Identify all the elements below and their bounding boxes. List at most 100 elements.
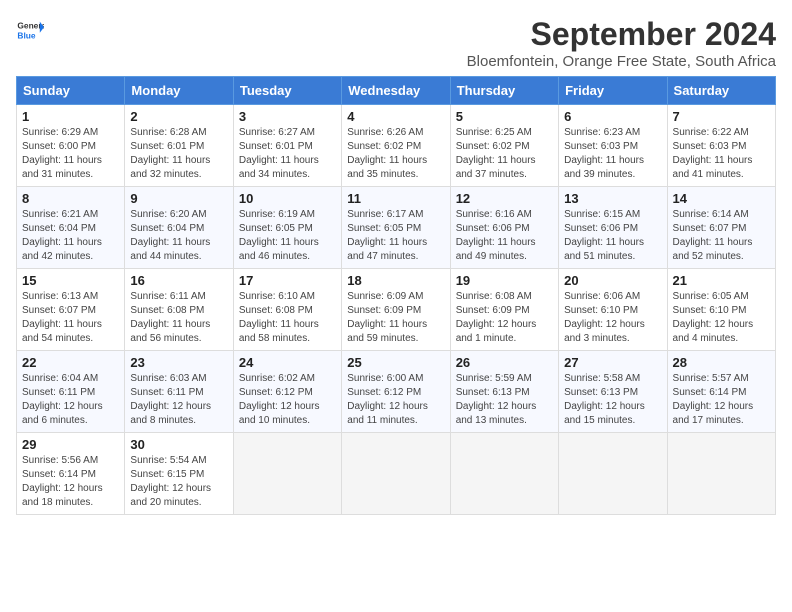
day-number: 10 (239, 191, 336, 206)
calendar-header-row: Sunday Monday Tuesday Wednesday Thursday… (17, 77, 776, 105)
title-block: September 2024 Bloemfontein, Orange Free… (467, 16, 776, 70)
main-title: September 2024 (467, 16, 776, 53)
logo-icon: General Blue (16, 16, 44, 44)
day-number: 13 (564, 191, 661, 206)
header-wednesday: Wednesday (342, 77, 450, 105)
calendar-cell: 24Sunrise: 6:02 AM Sunset: 6:12 PM Dayli… (233, 351, 341, 433)
day-info: Sunrise: 6:08 AM Sunset: 6:09 PM Dayligh… (456, 290, 553, 346)
day-number: 12 (456, 191, 553, 206)
day-number: 26 (456, 355, 553, 370)
day-info: Sunrise: 6:06 AM Sunset: 6:10 PM Dayligh… (564, 290, 661, 346)
day-info: Sunrise: 5:59 AM Sunset: 6:13 PM Dayligh… (456, 372, 553, 428)
calendar-cell (559, 433, 667, 515)
day-info: Sunrise: 6:15 AM Sunset: 6:06 PM Dayligh… (564, 208, 661, 264)
header-tuesday: Tuesday (233, 77, 341, 105)
day-number: 19 (456, 273, 553, 288)
calendar-cell: 5 Sunrise: 6:25 AM Sunset: 6:02 PM Daylig… (450, 105, 558, 187)
page-header: General Blue September 2024 Bloemfontein… (16, 16, 776, 70)
day-info: Sunrise: 6:20 AM Sunset: 6:04 PM Dayligh… (130, 208, 227, 264)
calendar-cell: 9 Sunrise: 6:20 AM Sunset: 6:04 PM Daylig… (125, 187, 233, 269)
day-number: 8 (22, 191, 119, 206)
calendar-cell: 11 Sunrise: 6:17 AM Sunset: 6:05 PM Dayli… (342, 187, 450, 269)
calendar-cell: 12Sunrise: 6:16 AM Sunset: 6:06 PM Dayli… (450, 187, 558, 269)
day-info: Sunrise: 6:14 AM Sunset: 6:07 PM Dayligh… (673, 208, 770, 264)
calendar-cell: 10 Sunrise: 6:19 AM Sunset: 6:05 PM Dayli… (233, 187, 341, 269)
day-info: Sunrise: 6:13 AM Sunset: 6:07 PM Dayligh… (22, 290, 119, 346)
logo: General Blue (16, 16, 44, 44)
day-info: Sunrise: 5:58 AM Sunset: 6:13 PM Dayligh… (564, 372, 661, 428)
day-info: Sunrise: 6:04 AM Sunset: 6:11 PM Dayligh… (22, 372, 119, 428)
day-number: 30 (130, 437, 227, 452)
calendar-cell: 28 Sunrise: 5:57 AM Sunset: 6:14 PM Dayli… (667, 351, 775, 433)
day-info: Sunrise: 6:11 AM Sunset: 6:08 PM Dayligh… (130, 290, 227, 346)
day-number: 27 (564, 355, 661, 370)
day-number: 21 (673, 273, 770, 288)
calendar-cell: 8 Sunrise: 6:21 AM Sunset: 6:04 PM Daylig… (17, 187, 125, 269)
calendar-cell: 22 Sunrise: 6:04 AM Sunset: 6:11 PM Dayli… (17, 351, 125, 433)
day-number: 28 (673, 355, 770, 370)
calendar-cell (450, 433, 558, 515)
day-info: Sunrise: 6:21 AM Sunset: 6:04 PM Dayligh… (22, 208, 119, 264)
day-number: 5 (456, 109, 553, 124)
day-number: 29 (22, 437, 119, 452)
calendar-week-5: 29Sunrise: 5:56 AM Sunset: 6:14 PM Dayli… (17, 433, 776, 515)
day-number: 11 (347, 191, 444, 206)
day-number: 16 (130, 273, 227, 288)
day-info: Sunrise: 6:09 AM Sunset: 6:09 PM Dayligh… (347, 290, 444, 346)
header-sunday: Sunday (17, 77, 125, 105)
day-info: Sunrise: 5:57 AM Sunset: 6:14 PM Dayligh… (673, 372, 770, 428)
day-number: 25 (347, 355, 444, 370)
day-number: 9 (130, 191, 227, 206)
day-info: Sunrise: 6:19 AM Sunset: 6:05 PM Dayligh… (239, 208, 336, 264)
calendar-cell: 16 Sunrise: 6:11 AM Sunset: 6:08 PM Dayli… (125, 269, 233, 351)
header-saturday: Saturday (667, 77, 775, 105)
day-number: 7 (673, 109, 770, 124)
day-number: 23 (130, 355, 227, 370)
calendar-cell: 6 Sunrise: 6:23 AM Sunset: 6:03 PM Daylig… (559, 105, 667, 187)
calendar-week-4: 22 Sunrise: 6:04 AM Sunset: 6:11 PM Dayli… (17, 351, 776, 433)
calendar-cell (667, 433, 775, 515)
header-friday: Friday (559, 77, 667, 105)
calendar-cell: 29Sunrise: 5:56 AM Sunset: 6:14 PM Dayli… (17, 433, 125, 515)
day-info: Sunrise: 6:25 AM Sunset: 6:02 PM Dayligh… (456, 126, 553, 182)
day-info: Sunrise: 6:03 AM Sunset: 6:11 PM Dayligh… (130, 372, 227, 428)
subtitle: Bloemfontein, Orange Free State, South A… (467, 53, 776, 70)
calendar-cell: 14Sunrise: 6:14 AM Sunset: 6:07 PM Dayli… (667, 187, 775, 269)
day-info: Sunrise: 6:28 AM Sunset: 6:01 PM Dayligh… (130, 126, 227, 182)
day-number: 6 (564, 109, 661, 124)
calendar-cell: 20 Sunrise: 6:06 AM Sunset: 6:10 PM Dayli… (559, 269, 667, 351)
svg-text:Blue: Blue (17, 30, 35, 40)
calendar-cell: 23 Sunrise: 6:03 AM Sunset: 6:11 PM Dayli… (125, 351, 233, 433)
day-number: 17 (239, 273, 336, 288)
calendar-cell (342, 433, 450, 515)
calendar-table: Sunday Monday Tuesday Wednesday Thursday… (16, 76, 776, 515)
calendar-cell: 15 Sunrise: 6:13 AM Sunset: 6:07 PM Dayli… (17, 269, 125, 351)
calendar-cell: 1Sunrise: 6:29 AM Sunset: 6:00 PM Daylig… (17, 105, 125, 187)
calendar-cell: 3 Sunrise: 6:27 AM Sunset: 6:01 PM Daylig… (233, 105, 341, 187)
header-thursday: Thursday (450, 77, 558, 105)
calendar-cell: 27 Sunrise: 5:58 AM Sunset: 6:13 PM Dayli… (559, 351, 667, 433)
day-number: 3 (239, 109, 336, 124)
calendar-cell: 4 Sunrise: 6:26 AM Sunset: 6:02 PM Daylig… (342, 105, 450, 187)
day-number: 4 (347, 109, 444, 124)
calendar-cell: 30 Sunrise: 5:54 AM Sunset: 6:15 PM Dayli… (125, 433, 233, 515)
day-number: 15 (22, 273, 119, 288)
day-info: Sunrise: 6:27 AM Sunset: 6:01 PM Dayligh… (239, 126, 336, 182)
day-number: 22 (22, 355, 119, 370)
calendar-cell: 19 Sunrise: 6:08 AM Sunset: 6:09 PM Dayli… (450, 269, 558, 351)
day-info: Sunrise: 6:23 AM Sunset: 6:03 PM Dayligh… (564, 126, 661, 182)
day-info: Sunrise: 6:29 AM Sunset: 6:00 PM Dayligh… (22, 126, 119, 182)
calendar-cell: 25 Sunrise: 6:00 AM Sunset: 6:12 PM Dayli… (342, 351, 450, 433)
day-info: Sunrise: 5:54 AM Sunset: 6:15 PM Dayligh… (130, 454, 227, 510)
calendar-cell: 13 Sunrise: 6:15 AM Sunset: 6:06 PM Dayli… (559, 187, 667, 269)
day-info: Sunrise: 6:00 AM Sunset: 6:12 PM Dayligh… (347, 372, 444, 428)
day-number: 24 (239, 355, 336, 370)
day-info: Sunrise: 6:26 AM Sunset: 6:02 PM Dayligh… (347, 126, 444, 182)
calendar-week-2: 8 Sunrise: 6:21 AM Sunset: 6:04 PM Daylig… (17, 187, 776, 269)
day-info: Sunrise: 6:05 AM Sunset: 6:10 PM Dayligh… (673, 290, 770, 346)
day-number: 20 (564, 273, 661, 288)
day-info: Sunrise: 6:17 AM Sunset: 6:05 PM Dayligh… (347, 208, 444, 264)
calendar-cell: 26 Sunrise: 5:59 AM Sunset: 6:13 PM Dayli… (450, 351, 558, 433)
day-info: Sunrise: 6:10 AM Sunset: 6:08 PM Dayligh… (239, 290, 336, 346)
calendar-cell: 21 Sunrise: 6:05 AM Sunset: 6:10 PM Dayli… (667, 269, 775, 351)
